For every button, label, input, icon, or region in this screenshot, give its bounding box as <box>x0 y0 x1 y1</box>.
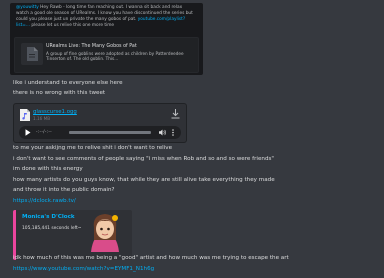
download-icon[interactable] <box>171 109 180 119</box>
countdown-embed: Monica's D'Clock 105,185,441 seconds lef… <box>13 210 132 260</box>
tweet-body-tail: please let us relive this one more time <box>30 23 115 29</box>
audio-attachment: glasscurse1.ogg 1.16 MB -:--/-:-- <box>13 103 187 143</box>
more-options-icon[interactable] <box>170 129 176 136</box>
audio-time: -:--/-:-- <box>36 129 52 134</box>
audio-player: -:--/-:-- <box>19 126 181 139</box>
youtube-thumbnail <box>21 43 43 65</box>
message-line: like i understand to everyone else here <box>13 80 123 86</box>
youtube-description: A group of fine goblins were adopted as … <box>46 51 184 62</box>
message-line: idk how much of this was me being a "goo… <box>13 255 289 261</box>
volume-icon[interactable] <box>159 129 166 136</box>
youtube-card[interactable]: URealms Live: The Many Gobos of Pat A gr… <box>14 37 199 73</box>
character-avatar-image <box>91 214 119 252</box>
message-line: im done with this energy <box>13 166 83 172</box>
tweet-text: @youwitty Hey Rawb - long time fan reach… <box>16 5 196 29</box>
file-size: 1.16 MB <box>33 116 51 121</box>
message-line: i don't want to see comments of people s… <box>13 156 274 162</box>
youtube-link[interactable]: https://www.youtube.com/watch?v=EYMF1_N1… <box>13 266 154 274</box>
seek-bar[interactable] <box>69 131 151 134</box>
countdown-title[interactable]: Monica's D'Clock <box>22 214 75 222</box>
youtube-title[interactable]: URealms Live: The Many Gobos of Pat <box>46 44 196 51</box>
message-line: how many artists do you guys know, that … <box>13 177 275 183</box>
audio-file-icon <box>20 109 30 121</box>
countdown-value: 105,185,441 seconds left~ <box>22 226 82 231</box>
message-line: and throw it into the public domain? <box>13 187 115 193</box>
tweet-handle[interactable]: @youwitty <box>16 5 39 10</box>
message-line: to me your askijng me to relive shit i d… <box>13 145 173 151</box>
message-line: there is no wrong with this tweet <box>13 90 106 96</box>
tweet-embed: @youwitty Hey Rawb - long time fan reach… <box>10 3 203 75</box>
document-icon <box>27 47 38 61</box>
dclock-link[interactable]: https://dclock.rawb.tv/ <box>13 198 76 206</box>
play-icon[interactable] <box>25 129 31 136</box>
